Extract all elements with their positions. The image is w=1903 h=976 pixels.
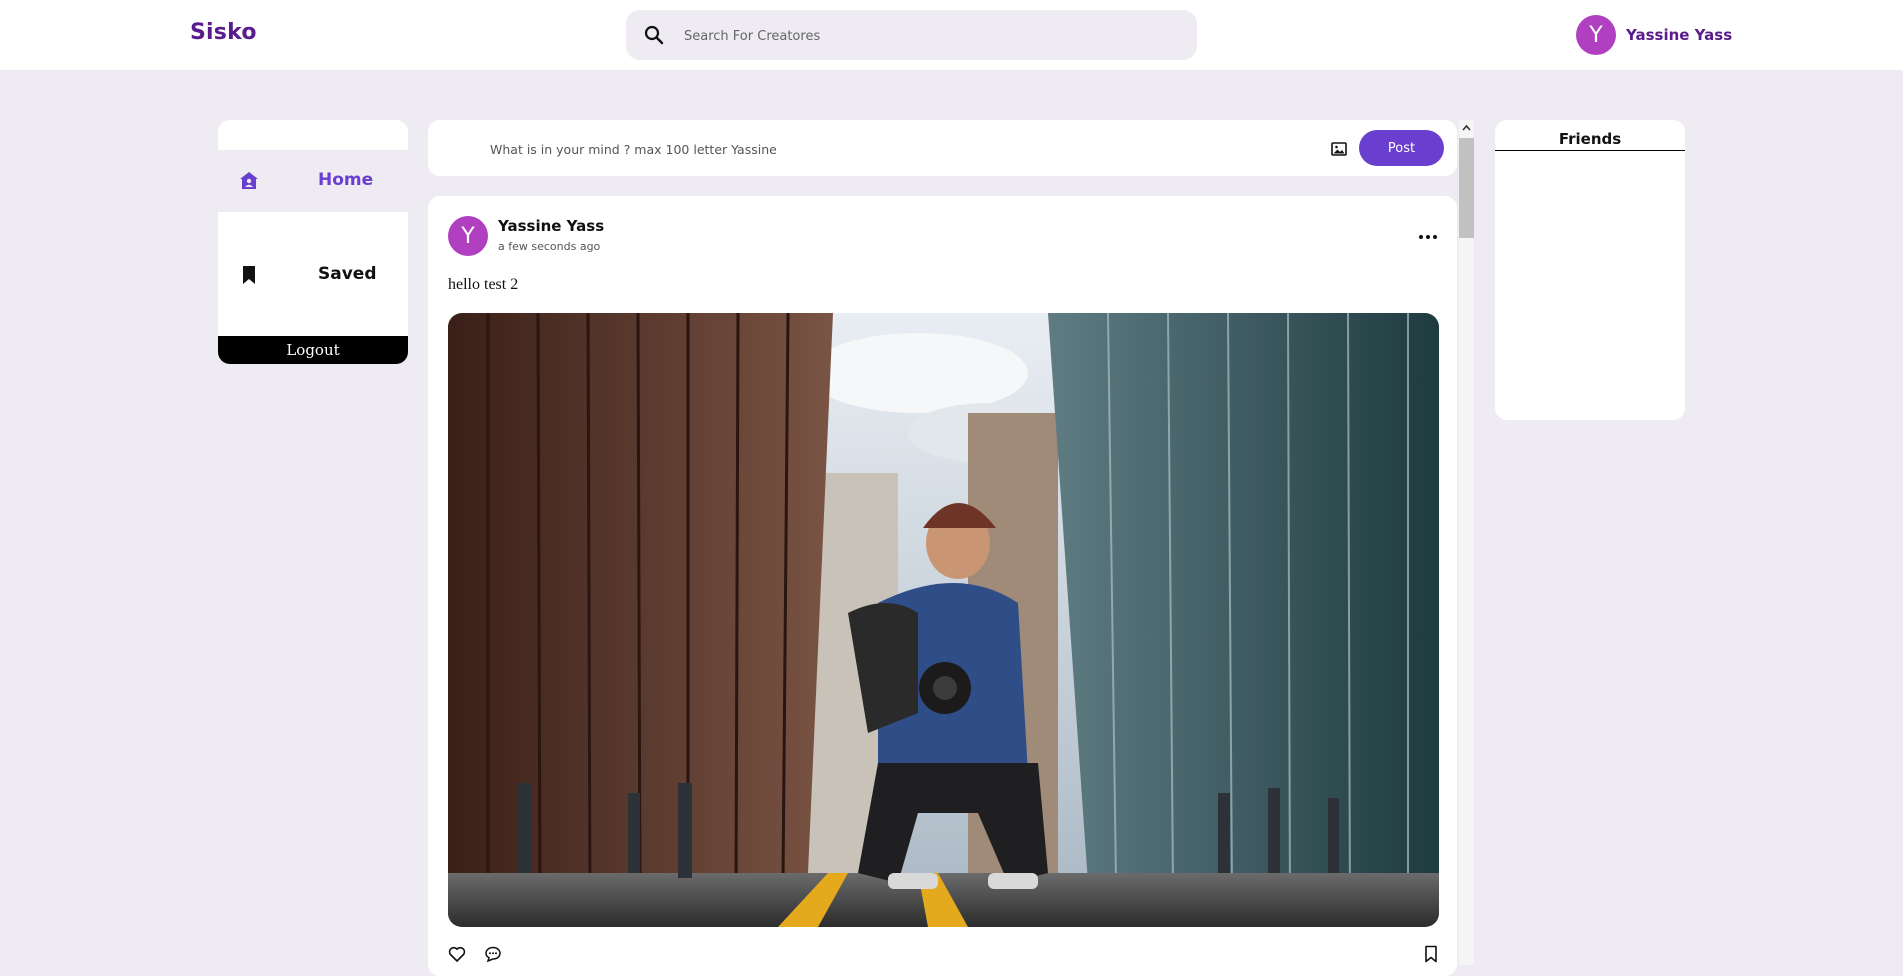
post-button[interactable]: Post [1359, 130, 1444, 166]
search-bar [626, 10, 1197, 60]
post-author-name[interactable]: Yassine Yass [498, 217, 604, 235]
logout-button[interactable]: Logout [218, 336, 408, 364]
home-icon [240, 172, 258, 189]
post-timestamp: a few seconds ago [498, 240, 601, 253]
post-author-avatar[interactable]: Y [448, 216, 488, 256]
scroll-up-arrow-icon[interactable] [1459, 120, 1474, 136]
sidebar-item-label: Saved [318, 264, 377, 284]
post-composer: Post [428, 120, 1457, 176]
sidebar: Home Saved Logout [218, 120, 408, 364]
like-heart-icon[interactable] [448, 945, 466, 963]
sidebar-item-label: Home [318, 170, 374, 190]
bookmark-icon [243, 266, 255, 284]
search-input[interactable] [682, 20, 1176, 52]
search-icon [644, 25, 664, 45]
sidebar-item-home[interactable]: Home [218, 150, 408, 212]
post-image [448, 313, 1439, 927]
feed-scrollbar[interactable] [1459, 120, 1474, 965]
sidebar-item-saved[interactable]: Saved [218, 244, 408, 306]
friends-panel: Friends [1495, 120, 1685, 420]
post-text: hello test 2 [448, 276, 519, 293]
more-options-icon[interactable] [1418, 234, 1438, 240]
scrollbar-thumb[interactable] [1459, 138, 1474, 238]
friends-title: Friends [1495, 130, 1685, 151]
user-name[interactable]: Yassine Yass [1626, 26, 1732, 44]
user-profile-link[interactable]: Y Yassine Yass [1576, 15, 1732, 55]
post-input[interactable] [488, 134, 1352, 164]
bookmark-icon[interactable] [1422, 945, 1440, 963]
avatar[interactable]: Y [1576, 15, 1616, 55]
app-logo[interactable]: Sisko [190, 20, 257, 45]
comment-icon[interactable] [484, 945, 502, 963]
top-navbar: Sisko Y Yassine Yass [0, 0, 1903, 70]
post-card: Y Yassine Yass a few seconds ago hello t… [428, 196, 1457, 976]
image-icon[interactable] [1331, 141, 1347, 157]
